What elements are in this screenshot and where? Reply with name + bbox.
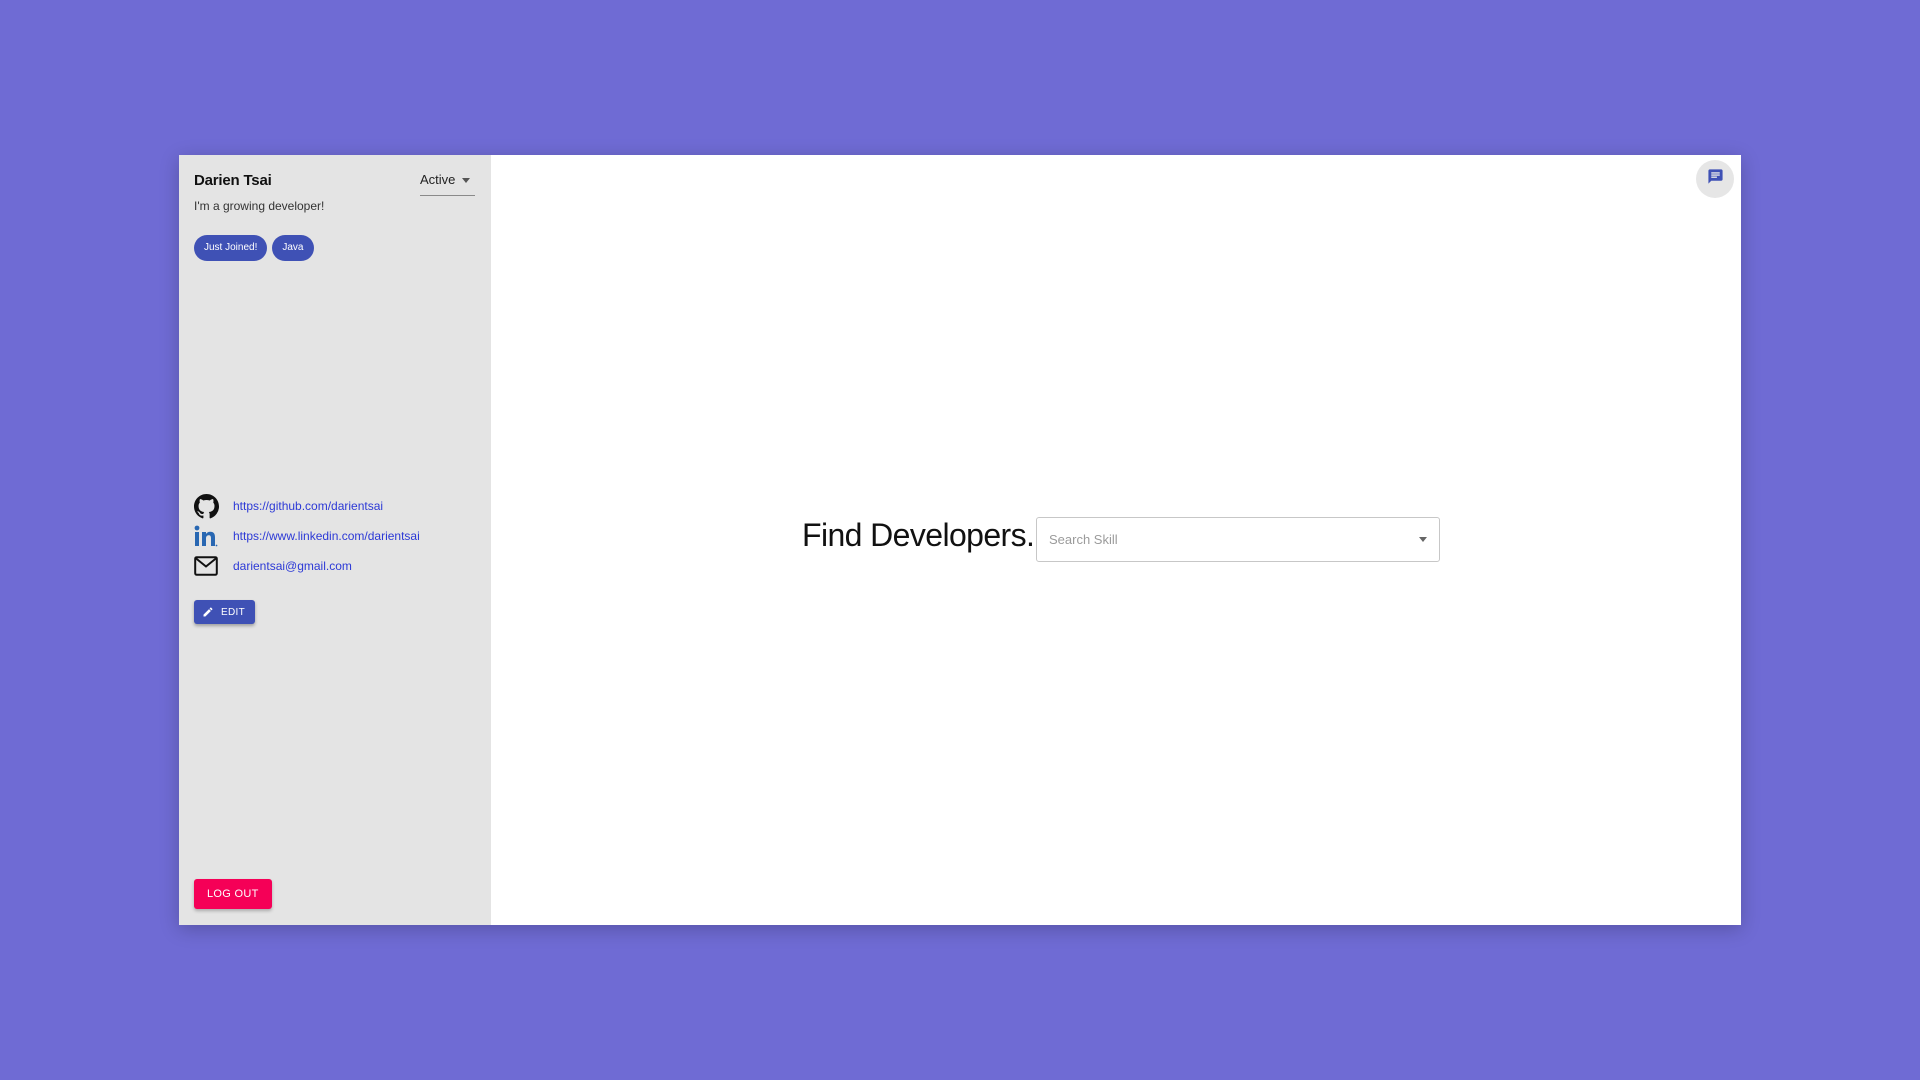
skill-search-select[interactable] xyxy=(1036,517,1440,562)
contact-links: https://github.com/darientsai https://ww… xyxy=(193,491,420,581)
edit-button-label: EDIT xyxy=(221,606,245,618)
skill-tags: Just Joined! Java xyxy=(194,235,314,261)
logout-button[interactable]: LOG OUT xyxy=(194,879,272,909)
app-window: Darien Tsai Active I'm a growing develop… xyxy=(179,155,1741,925)
profile-name: Darien Tsai xyxy=(194,172,272,189)
github-icon xyxy=(193,493,219,519)
chevron-down-icon[interactable] xyxy=(1419,537,1427,542)
mail-icon xyxy=(193,553,219,579)
skill-search-input[interactable] xyxy=(1037,532,1419,547)
github-link[interactable]: https://github.com/darientsai xyxy=(233,499,383,513)
pencil-icon xyxy=(202,606,214,618)
linkedin-icon xyxy=(193,523,219,549)
email-link[interactable]: darientsai@gmail.com xyxy=(233,559,352,573)
main-content: Find Developers. xyxy=(491,155,1741,925)
chat-icon xyxy=(1707,168,1724,190)
tag-just-joined: Just Joined! xyxy=(194,235,268,261)
profile-sidebar: Darien Tsai Active I'm a growing develop… xyxy=(179,155,491,925)
linkedin-link-row: https://www.linkedin.com/darientsai xyxy=(193,521,420,551)
tag-java: Java xyxy=(272,235,314,261)
linkedin-link[interactable]: https://www.linkedin.com/darientsai xyxy=(233,529,420,543)
logout-button-label: LOG OUT xyxy=(207,888,259,900)
status-value: Active xyxy=(420,172,456,187)
profile-bio: I'm a growing developer! xyxy=(194,199,325,213)
chat-button[interactable] xyxy=(1696,160,1734,198)
email-link-row: darientsai@gmail.com xyxy=(193,551,420,581)
status-dropdown[interactable]: Active xyxy=(420,172,475,196)
github-link-row: https://github.com/darientsai xyxy=(193,491,420,521)
chevron-down-icon xyxy=(462,178,471,183)
edit-profile-button[interactable]: EDIT xyxy=(194,600,255,624)
page-title: Find Developers. xyxy=(802,517,1035,553)
